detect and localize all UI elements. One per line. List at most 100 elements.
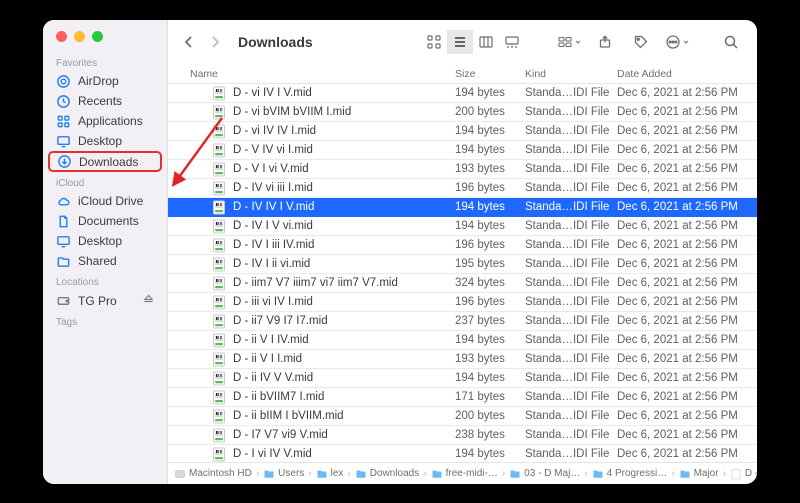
path-component[interactable]: Macintosh HD [174,468,252,480]
more-actions-button[interactable] [663,30,691,54]
sidebar-item-documents[interactable]: Documents [43,211,167,231]
file-row[interactable]: D - IV I ii vi.mid195 bytesStanda…IDI Fi… [168,255,757,274]
file-kind: Standa…IDI File [525,372,617,384]
file-row[interactable]: D - vi bVIM bVIIM I.mid200 bytesStanda…I… [168,103,757,122]
minimize-button[interactable] [74,31,85,42]
sidebar-item-label: Applications [78,114,143,128]
folder-icon [263,468,275,480]
file-row[interactable]: D - ii V I I.mid193 bytesStanda…IDI File… [168,350,757,369]
folder-icon [592,468,604,480]
file-date: Dec 6, 2021 at 2:56 PM [617,334,757,346]
path-label: Macintosh HD [189,468,252,479]
midi-file-icon [212,333,226,347]
file-row[interactable]: D - ii bVIIM7 I.mid171 bytesStanda…IDI F… [168,388,757,407]
sidebar-item-icloud-drive[interactable]: iCloud Drive [43,191,167,211]
sidebar-item-applications[interactable]: Applications [43,111,167,131]
file-row[interactable]: D - iii vi IV I.mid196 bytesStanda…IDI F… [168,293,757,312]
fullscreen-button[interactable] [92,31,103,42]
file-row[interactable]: D - vi IV I V.mid194 bytesStanda…IDI Fil… [168,84,757,103]
file-row[interactable]: D - IV vi iii I.mid196 bytesStanda…IDI F… [168,179,757,198]
path-component[interactable]: free-midi-… [431,468,498,480]
folder-icon [355,468,367,480]
file-kind: Standa…IDI File [525,315,617,327]
file-row[interactable]: D - V IV vi I.mid194 bytesStanda…IDI Fil… [168,141,757,160]
file-row[interactable]: D - vi IV IV I.mid194 bytesStanda…IDI Fi… [168,122,757,141]
col-header-kind[interactable]: Kind [525,68,617,80]
file-row[interactable]: D - I vi IV V.mid194 bytesStanda…IDI Fil… [168,445,757,462]
path-component[interactable]: 03 - D Maj… [509,468,580,480]
file-row[interactable]: D - ii7 V9 I7 I7.mid237 bytesStanda…IDI … [168,312,757,331]
view-icons-button[interactable] [421,30,447,54]
sidebar-item-recents[interactable]: Recents [43,91,167,111]
eject-icon[interactable] [142,293,159,309]
file-date: Dec 6, 2021 at 2:56 PM [617,429,757,441]
path-component[interactable]: Downloads [355,468,419,480]
file-kind: Standa…IDI File [525,391,617,403]
sidebar-item-downloads[interactable]: Downloads [48,151,162,172]
file-name: D - ii bIIM I bVIIM.mid [233,410,455,422]
path-component[interactable]: D - IV IV I V.mid [730,468,757,480]
file-size: 196 bytes [455,296,525,308]
path-component[interactable]: Major [679,468,719,480]
file-size: 194 bytes [455,220,525,232]
forward-button[interactable] [204,31,226,53]
file-row[interactable]: D - I7 V7 vi9 V.mid238 bytesStanda…IDI F… [168,426,757,445]
file-kind: Standa…IDI File [525,429,617,441]
sidebar-section-header: iCloud [43,172,167,191]
cloud-icon [56,194,71,209]
sidebar-item-desktop[interactable]: Desktop [43,131,167,151]
file-row[interactable]: D - ii V I IV.mid194 bytesStanda…IDI Fil… [168,331,757,350]
sidebar-item-desktop[interactable]: Desktop [43,231,167,251]
toolbar: Downloads [168,20,757,64]
file-size: 194 bytes [455,144,525,156]
group-by-button[interactable] [555,30,583,54]
file-size: 324 bytes [455,277,525,289]
midi-file-icon [212,181,226,195]
share-button[interactable] [591,30,619,54]
file-date: Dec 6, 2021 at 2:56 PM [617,239,757,251]
view-gallery-button[interactable] [499,30,525,54]
sidebar-item-label: Desktop [78,234,122,248]
airdrop-icon [56,74,71,89]
close-button[interactable] [56,31,67,42]
sidebar-item-label: Recents [78,94,122,108]
chevron-right-icon: › [583,468,588,479]
file-list[interactable]: D - vi IV I V.mid194 bytesStanda…IDI Fil… [168,84,757,462]
sidebar-item-shared[interactable]: Shared [43,251,167,271]
file-row[interactable]: D - V I vi V.mid193 bytesStanda…IDI File… [168,160,757,179]
file-row[interactable]: D - IV I iii IV.mid196 bytesStanda…IDI F… [168,236,757,255]
grid-icon [56,114,71,129]
path-bar[interactable]: Macintosh HD›Users›lex›Downloads›free-mi… [168,462,757,484]
col-header-name[interactable]: Name [190,68,455,80]
file-name: D - iim7 V7 iiim7 vi7 iim7 V7.mid [233,277,455,289]
file-size: 238 bytes [455,429,525,441]
sidebar-item-tg-pro[interactable]: TG Pro [43,290,167,311]
file-date: Dec 6, 2021 at 2:56 PM [617,106,757,118]
file-date: Dec 6, 2021 at 2:56 PM [617,410,757,422]
file-kind: Standa…IDI File [525,125,617,137]
file-row[interactable]: D - IV I V vi.mid194 bytesStanda…IDI Fil… [168,217,757,236]
file-row[interactable]: D - IV IV I V.mid194 bytesStanda…IDI Fil… [168,198,757,217]
view-list-button[interactable] [447,30,473,54]
file-kind: Standa…IDI File [525,87,617,99]
path-component[interactable]: lex [316,468,344,480]
file-size: 193 bytes [455,163,525,175]
midi-file-icon [212,105,226,119]
file-row[interactable]: D - ii IV V V.mid194 bytesStanda…IDI Fil… [168,369,757,388]
back-button[interactable] [178,31,200,53]
col-header-size[interactable]: Size [455,68,525,80]
search-button[interactable] [717,30,745,54]
file-kind: Standa…IDI File [525,334,617,346]
path-component[interactable]: 4 Progressi… [592,468,668,480]
path-component[interactable]: Users [263,468,304,480]
tags-button[interactable] [627,30,655,54]
file-name: D - IV I ii vi.mid [233,258,455,270]
chevron-right-icon: › [501,468,506,479]
file-date: Dec 6, 2021 at 2:56 PM [617,391,757,403]
file-name: D - IV IV I V.mid [233,201,455,213]
sidebar-item-airdrop[interactable]: AirDrop [43,71,167,91]
view-columns-button[interactable] [473,30,499,54]
file-row[interactable]: D - iim7 V7 iiim7 vi7 iim7 V7.mid324 byt… [168,274,757,293]
col-header-date[interactable]: Date Added [617,68,757,80]
file-row[interactable]: D - ii bIIM I bVIIM.mid200 bytesStanda…I… [168,407,757,426]
